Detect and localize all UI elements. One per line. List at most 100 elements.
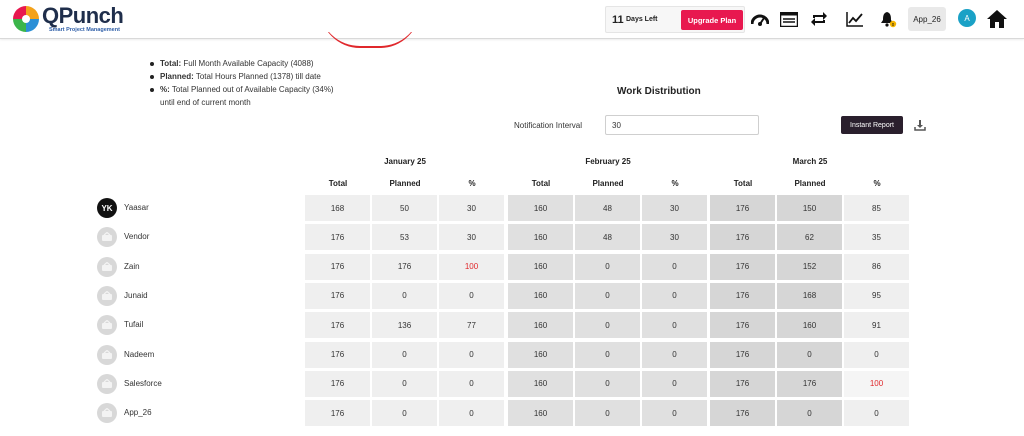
user-avatar	[97, 227, 117, 248]
workspace-selector[interactable]: App_26	[908, 7, 946, 31]
table-cell: 0	[575, 253, 640, 280]
table-cell: 0	[642, 400, 707, 427]
table-cell: 0	[372, 400, 437, 427]
default-avatar-icon	[102, 320, 112, 330]
default-avatar-icon	[102, 232, 112, 242]
dashboard-icon[interactable]	[750, 9, 770, 29]
table-cell: 0	[777, 400, 842, 427]
month-header-feb: February 25	[585, 157, 631, 166]
col-header-total: Total	[531, 179, 551, 188]
table-cell: 176	[710, 195, 775, 221]
user-name: Yaasar	[124, 203, 149, 212]
top-header: QPunch Smart Project Management 11 Days …	[0, 0, 1024, 48]
user-name: Salesforce	[124, 378, 162, 388]
logo-text: QPunch	[42, 3, 124, 28]
upgrade-plan-button[interactable]: Upgrade Plan	[681, 10, 743, 30]
table-cell: 0	[439, 282, 504, 309]
table-row: Tufail 176 136 77 160 0 0 176 160 91	[0, 312, 1024, 339]
col-header-percent: %	[468, 179, 476, 188]
table-cell: 0	[575, 400, 640, 427]
table-cell: 160	[508, 370, 573, 397]
legend-percent-cont: until end of current month	[160, 98, 251, 107]
user-name: Nadeem	[124, 349, 155, 359]
table-cell: 0	[439, 400, 504, 427]
default-avatar-icon	[102, 261, 112, 271]
qpunch-logo[interactable]: QPunch Smart Project Management	[12, 3, 152, 35]
table-cell: 168	[305, 195, 370, 221]
table-cell: 0	[642, 370, 707, 397]
download-icon[interactable]	[914, 119, 926, 131]
table-cell: 176	[305, 282, 370, 309]
table-cell: 77	[439, 312, 504, 339]
table-cell: 160	[508, 253, 573, 280]
table-cell: 85	[844, 195, 909, 221]
table-row: YK Yaasar 168 50 30 160 48 30 176 150 85	[0, 195, 1024, 221]
table-cell: 176	[710, 341, 775, 368]
table-cell: 176	[305, 312, 370, 339]
default-avatar-icon	[102, 408, 112, 418]
table-cell: 176	[305, 370, 370, 397]
default-avatar-icon	[102, 349, 112, 359]
table-cell: 176	[305, 224, 370, 251]
table-cell: 30	[439, 224, 504, 251]
table-cell: 176	[710, 312, 775, 339]
table-cell: 176	[710, 282, 775, 309]
table-cell: 53	[372, 224, 437, 251]
month-header-jan: January 25	[384, 157, 426, 166]
capacity-legend: Total: Full Month Available Capacity (40…	[148, 57, 334, 109]
table-row: Vendor 176 53 30 160 48 30 176 62 35	[0, 224, 1024, 251]
legend-total: Total: Full Month Available Capacity (40…	[148, 57, 334, 70]
table-cell: 30	[642, 195, 707, 221]
table-cell: 100	[439, 253, 504, 280]
col-header-total: Total	[733, 179, 753, 188]
table-cell: 95	[844, 282, 909, 309]
table-cell: 0	[575, 312, 640, 339]
table-cell: 160	[508, 312, 573, 339]
col-header-planned: Planned	[794, 179, 826, 188]
table-cell: 100	[844, 370, 909, 397]
chart-icon[interactable]	[845, 9, 865, 29]
table-cell: 176	[710, 224, 775, 251]
list-icon[interactable]	[779, 9, 799, 29]
table-cell: 160	[508, 400, 573, 427]
table-cell: 176	[777, 370, 842, 397]
days-left-count: 11	[612, 14, 624, 26]
instant-report-button[interactable]: Instant Report	[841, 116, 903, 134]
table-cell: 150	[777, 195, 842, 221]
page-title: Work Distribution	[617, 86, 701, 97]
table-cell: 30	[439, 195, 504, 221]
table-cell: 0	[777, 341, 842, 368]
user-name: Tufail	[124, 320, 144, 330]
table-cell: 48	[575, 224, 640, 251]
col-header-percent: %	[873, 179, 881, 188]
table-row: Salesforce 176 0 0 160 0 0 176 176 100	[0, 370, 1024, 397]
user-avatar	[97, 344, 117, 365]
home-icon[interactable]	[985, 7, 1009, 31]
bell-icon[interactable]: 0	[878, 9, 898, 29]
table-row: Zain 176 176 100 160 0 0 176 152 86	[0, 253, 1024, 280]
user-avatar	[97, 373, 117, 394]
table-cell: 136	[372, 312, 437, 339]
user-avatar	[97, 256, 117, 277]
sync-icon[interactable]	[809, 9, 829, 29]
table-row: App_26 176 0 0 160 0 0 176 0 0	[0, 400, 1024, 427]
notification-interval-input[interactable]	[605, 115, 759, 135]
table-cell: 50	[372, 195, 437, 221]
user-name: App_26	[124, 408, 152, 418]
table-cell: 160	[508, 282, 573, 309]
table-cell: 160	[508, 224, 573, 251]
legend-planned: Planned: Total Hours Planned (1378) till…	[148, 70, 334, 83]
table-cell: 160	[508, 341, 573, 368]
user-avatar[interactable]: A	[958, 9, 976, 27]
table-cell: 0	[372, 370, 437, 397]
user-name: Junaid	[124, 290, 148, 300]
col-header-planned: Planned	[592, 179, 624, 188]
days-left-label: Days Left	[626, 16, 658, 23]
logo-mark-icon	[13, 6, 39, 32]
table-cell: 0	[642, 282, 707, 309]
user-avatar	[97, 285, 117, 306]
table-cell: 0	[642, 312, 707, 339]
table-cell: 86	[844, 253, 909, 280]
col-header-percent: %	[671, 179, 679, 188]
table-cell: 152	[777, 253, 842, 280]
